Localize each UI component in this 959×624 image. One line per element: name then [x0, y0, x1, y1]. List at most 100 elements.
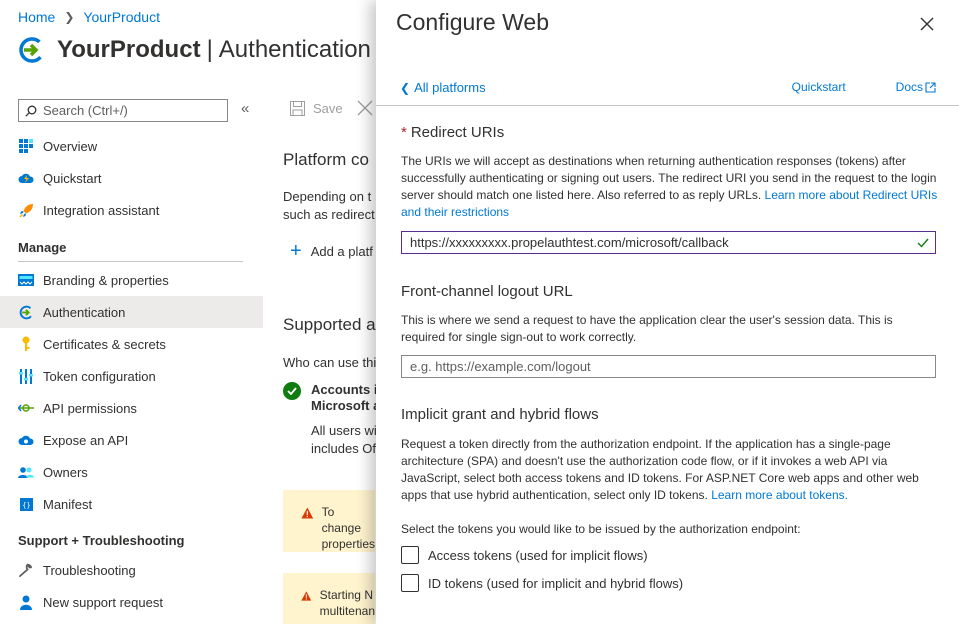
sidebar-item-manifest[interactable]: {} Manifest	[0, 488, 263, 520]
rocket-icon	[18, 202, 34, 218]
warning-text: To change properties	[322, 504, 375, 552]
sidebar-item-owners[interactable]: Owners	[0, 456, 263, 488]
access-tokens-label: Access tokens (used for implicit flows)	[428, 547, 648, 563]
search-input[interactable]: Search (Ctrl+/)	[18, 99, 228, 122]
plus-icon: +	[290, 240, 302, 262]
required-asterisk: *	[401, 124, 407, 141]
account-type-description: All users wi includes Of	[311, 422, 377, 458]
redirect-uri-value: https://xxxxxxxxx.propelauthtest.com/mic…	[410, 235, 729, 250]
cloud-icon	[18, 170, 34, 186]
tokens-learn-more-link[interactable]: Learn more about tokens.	[711, 488, 848, 502]
sidebar-item-label: Token configuration	[43, 368, 156, 384]
manifest-icon: {}	[18, 496, 34, 512]
warning-icon	[301, 507, 314, 519]
redirect-uris-heading: * Redirect URIs	[401, 124, 504, 141]
platform-description-line1: Depending on t	[283, 189, 372, 204]
toolbar: Save	[290, 100, 373, 116]
sidebar-item-troubleshooting[interactable]: Troubleshooting	[0, 554, 263, 586]
sidebar-item-authentication[interactable]: Authentication	[0, 296, 263, 328]
sidebar-item-label: Branding & properties	[43, 272, 169, 288]
logout-url-heading: Front-channel logout URL	[401, 283, 573, 300]
warning-banner-1: To change properties	[283, 490, 375, 552]
breadcrumb-product[interactable]: YourProduct	[83, 9, 160, 25]
add-platform-button[interactable]: + Add a platf	[290, 240, 373, 263]
sidebar-item-label: Manifest	[43, 496, 93, 512]
warning-text: Starting N multitenan	[320, 587, 375, 624]
docs-link[interactable]: Docs	[871, 80, 936, 94]
close-icon[interactable]	[919, 16, 935, 32]
access-tokens-checkbox[interactable]	[401, 546, 419, 564]
checkmark-circle-icon	[283, 382, 301, 400]
account-type-line2: Microsoft a	[311, 398, 381, 413]
branding-icon	[18, 272, 34, 288]
sidebar: Overview Quickstart Integration assistan…	[0, 130, 263, 618]
owners-icon	[18, 464, 34, 480]
sidebar-item-expose-an-api[interactable]: Expose an API	[0, 424, 263, 456]
auth-icon	[18, 304, 34, 320]
implicit-grant-description: Request a token directly from the author…	[401, 436, 939, 504]
sidebar-item-label: API permissions	[43, 400, 137, 416]
platform-configurations-heading: Platform co	[283, 150, 369, 169]
key-icon	[18, 336, 34, 352]
chevron-left-icon: ❮	[400, 80, 411, 95]
sidebar-item-new-support-request[interactable]: New support request	[0, 586, 263, 618]
sidebar-item-token-configuration[interactable]: Token configuration	[0, 360, 263, 392]
warning-1-line1: To change	[321, 505, 361, 535]
panel-divider	[376, 105, 959, 106]
supported-account-types-heading: Supported a	[283, 315, 376, 334]
sidebar-item-quickstart[interactable]: Quickstart	[0, 162, 263, 194]
grid-icon	[18, 138, 34, 154]
sidebar-item-api-permissions[interactable]: API permissions	[0, 392, 263, 424]
breadcrumb-home[interactable]: Home	[18, 9, 55, 25]
id-tokens-checkbox[interactable]	[401, 574, 419, 592]
discard-icon[interactable]	[357, 100, 373, 116]
page-header: YourProduct | Authentication	[18, 36, 371, 64]
collapse-sidebar-button[interactable]: «	[241, 100, 249, 117]
id-tokens-option[interactable]: ID tokens (used for implicit and hybrid …	[401, 574, 683, 592]
back-link-label: All platforms	[414, 80, 486, 95]
quickstart-link[interactable]: Quickstart	[792, 80, 846, 94]
sidebar-item-branding[interactable]: Branding & properties	[0, 264, 263, 296]
add-platform-label: Add a platf	[310, 244, 373, 259]
sidebar-item-label: Quickstart	[43, 170, 102, 186]
access-tokens-option[interactable]: Access tokens (used for implicit flows)	[401, 546, 648, 564]
warning-1-line2: properties	[321, 537, 375, 551]
person-support-icon	[18, 594, 34, 610]
sidebar-item-label: Certificates & secrets	[43, 336, 166, 352]
page-title: Authentication	[218, 36, 371, 63]
account-type-label: Accounts i Microsoft a	[311, 382, 380, 414]
cloud-api-icon	[18, 432, 34, 448]
chevron-right-icon: ❯	[64, 10, 75, 24]
id-tokens-label: ID tokens (used for implicit and hybrid …	[428, 575, 684, 591]
sidebar-item-label: Expose an API	[43, 432, 129, 448]
account-desc-line1: All users wi	[311, 423, 377, 438]
sidebar-item-overview[interactable]: Overview	[0, 130, 263, 162]
account-type-option[interactable]: Accounts i Microsoft a	[283, 382, 380, 414]
docs-link-label: Docs	[895, 80, 923, 94]
logout-url-placeholder: e.g. https://example.com/logout	[410, 359, 591, 374]
save-button[interactable]: Save	[313, 101, 343, 116]
warning-2-line1: Starting N	[319, 588, 373, 602]
sidebar-item-certificates[interactable]: Certificates & secrets	[0, 328, 263, 360]
back-to-platforms-link[interactable]: ❮ All platforms	[400, 80, 486, 95]
token-select-prompt: Select the tokens you would like to be i…	[401, 522, 801, 536]
platform-description-line2: such as redirect	[283, 207, 375, 222]
panel-header-links: Quickstart Docs	[767, 80, 936, 94]
external-link-icon	[925, 81, 936, 93]
redirect-uris-description: The URIs we will accept as destinations …	[401, 153, 939, 221]
redirect-uri-input[interactable]: https://xxxxxxxxx.propelauthtest.com/mic…	[401, 231, 936, 254]
sidebar-section-support: Support + Troubleshooting	[18, 533, 185, 548]
account-type-line1: Accounts i	[311, 382, 378, 397]
sidebar-item-label: New support request	[43, 594, 163, 610]
save-icon	[290, 100, 305, 116]
page-title-product: YourProduct	[57, 36, 201, 63]
sidebar-item-label: Integration assistant	[43, 202, 160, 218]
token-config-icon	[18, 368, 34, 384]
title-separator: |	[206, 36, 213, 63]
wrench-icon	[18, 562, 34, 578]
sidebar-item-integration-assistant[interactable]: Integration assistant	[0, 194, 263, 226]
sidebar-item-label: Owners	[43, 464, 88, 480]
svg-text:{}: {}	[22, 501, 30, 509]
sidebar-item-label: Overview	[43, 138, 98, 154]
logout-url-input[interactable]: e.g. https://example.com/logout	[401, 355, 936, 378]
